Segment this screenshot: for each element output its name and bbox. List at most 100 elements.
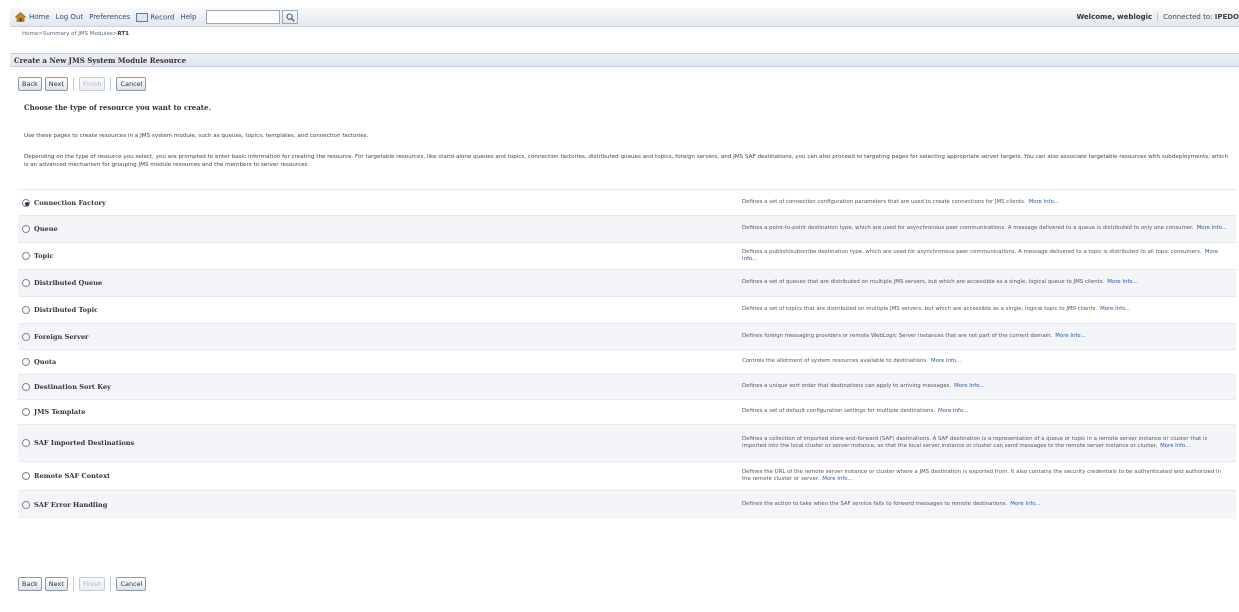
resource-radio-button[interactable]	[22, 501, 30, 509]
search-input[interactable]	[206, 10, 281, 24]
page-title: Create a New JMS System Module Resource	[10, 53, 1239, 67]
resource-option-description: Defines the URL of the remote server ins…	[742, 462, 1236, 490]
description-text: Defines a set of topics that are distrib…	[742, 306, 1130, 314]
search-icon	[286, 12, 295, 22]
record-icon	[136, 12, 149, 22]
resource-option-label[interactable]: Distributed Topic	[34, 306, 98, 314]
resource-option[interactable]: JMS Template	[18, 400, 742, 424]
preferences-link[interactable]: Preferences	[89, 13, 130, 21]
description-body: Defines the action to take when the SAF …	[742, 501, 1008, 508]
more-info-link[interactable]: More Info...	[931, 358, 961, 364]
cancel-button[interactable]: Cancel	[116, 577, 147, 591]
resource-option-label[interactable]: Topic	[34, 252, 54, 260]
resource-option-description: Defines a publish/subscribe destination …	[742, 243, 1236, 269]
description-body: Defines a set of queues that are distrib…	[742, 279, 1105, 286]
resource-option-row: Connection Factory Defines a set of conne…	[18, 189, 1236, 215]
resource-option-label[interactable]: Connection Factory	[34, 199, 106, 207]
resource-type-list: Connection Factory Defines a set of conne…	[18, 189, 1236, 519]
resource-radio-button[interactable]	[22, 358, 30, 366]
top-navigation-bar: Home Log Out Preferences Record Help Wel…	[10, 8, 1239, 27]
resource-option-description: Defines a point-to-point destination typ…	[742, 216, 1236, 242]
description-text: Defines a set of connection configuratio…	[742, 199, 1059, 207]
description-body: Defines a collection of imported store-a…	[742, 435, 1208, 450]
breadcrumb-current: RT1	[117, 30, 129, 37]
description-text: Defines a set of queues that are distrib…	[742, 279, 1138, 287]
more-info-link[interactable]: More Info...	[938, 408, 968, 414]
resource-option[interactable]: Distributed Queue	[18, 270, 742, 296]
resource-option-label[interactable]: SAF Error Handling	[34, 501, 107, 509]
resource-option-label[interactable]: Remote SAF Context	[34, 472, 110, 480]
back-button[interactable]: Back	[18, 577, 42, 591]
resource-option[interactable]: SAF Error Handling	[18, 491, 742, 519]
section-heading: Choose the type of resource you want to …	[24, 103, 211, 112]
resource-option-description: Controls the allotment of system resourc…	[742, 350, 1236, 374]
more-info-link[interactable]: More Info...	[1010, 501, 1040, 507]
more-info-link[interactable]: More Info...	[822, 476, 852, 482]
connected-label: Connected to:	[1163, 13, 1213, 21]
help-link[interactable]: Help	[180, 13, 196, 21]
breadcrumb-summary[interactable]: Summary of JMS Modules	[43, 31, 113, 37]
connected-domain: IPEDO	[1214, 13, 1239, 21]
button-divider	[110, 577, 112, 591]
resource-option-label[interactable]: Distributed Queue	[34, 279, 102, 287]
intro-text: Use these pages to create resources in a…	[24, 133, 369, 139]
button-divider	[72, 577, 74, 591]
resource-radio-button[interactable]	[22, 198, 30, 207]
more-info-link[interactable]: More Info...	[1029, 199, 1059, 205]
resource-option-label[interactable]: Queue	[34, 225, 58, 233]
more-info-link[interactable]: More Info...	[1197, 225, 1227, 231]
next-button[interactable]: Next	[44, 577, 68, 591]
resource-radio-button[interactable]	[22, 279, 30, 287]
resource-option-description: Defines a set of topics that are distrib…	[742, 297, 1236, 323]
resource-option[interactable]: Connection Factory	[18, 190, 742, 215]
resource-radio-button[interactable]	[22, 383, 30, 391]
wizard-buttons-top: Back Next Finish Cancel	[18, 77, 147, 91]
back-button[interactable]: Back	[18, 77, 42, 91]
resource-radio-button[interactable]	[22, 225, 30, 233]
description-text: Controls the allotment of system resourc…	[742, 358, 961, 366]
home-icon[interactable]	[15, 12, 26, 22]
resource-option[interactable]: Topic	[18, 243, 742, 269]
description-text: Defines a publish/subscribe destination …	[742, 249, 1228, 264]
resource-option[interactable]: Destination Sort Key	[18, 375, 742, 399]
more-info-link[interactable]: More Info...	[1107, 279, 1137, 285]
resource-radio-button[interactable]	[22, 306, 30, 314]
resource-radio-button[interactable]	[22, 408, 30, 416]
description-text: Defines the action to take when the SAF …	[742, 501, 1041, 509]
resource-option[interactable]: Distributed Topic	[18, 297, 742, 323]
description-body: Defines the URL of the remote server ins…	[742, 468, 1221, 483]
finish-button[interactable]: Finish	[78, 577, 106, 591]
resource-radio-button[interactable]	[22, 472, 30, 480]
record-link[interactable]: Record	[136, 12, 175, 22]
resource-option-label[interactable]: JMS Template	[34, 408, 85, 416]
more-info-link[interactable]: More Info...	[1055, 333, 1085, 339]
more-info-link[interactable]: More Info...	[1100, 306, 1130, 312]
resource-radio-button[interactable]	[22, 252, 30, 260]
resource-option-label[interactable]: Destination Sort Key	[34, 383, 111, 391]
logout-link[interactable]: Log Out	[56, 13, 83, 21]
resource-option-label[interactable]: SAF Imported Destinations	[34, 439, 134, 447]
cancel-button[interactable]: Cancel	[116, 77, 147, 91]
breadcrumb: Home > Summary of JMS Modules > RT1	[22, 28, 129, 39]
more-info-link[interactable]: More Info...	[954, 383, 984, 389]
resource-option[interactable]: Quota	[18, 350, 742, 374]
description-text: Defines a set of default configuration s…	[742, 408, 968, 416]
resource-option[interactable]: Foreign Server	[18, 324, 742, 349]
description-text: Defines a point-to-point destination typ…	[742, 225, 1227, 233]
resource-option[interactable]: SAF Imported Destinations	[18, 425, 742, 461]
resource-option-label[interactable]: Foreign Server	[34, 333, 89, 341]
resource-option[interactable]: Queue	[18, 216, 742, 242]
breadcrumb-home[interactable]: Home	[22, 31, 38, 37]
record-label: Record	[150, 13, 175, 21]
resource-radio-button[interactable]	[22, 439, 30, 447]
resource-radio-button[interactable]	[22, 332, 30, 341]
search-button[interactable]	[282, 10, 299, 24]
more-info-link[interactable]: More Info...	[1160, 443, 1190, 449]
resource-option[interactable]: Remote SAF Context	[18, 462, 742, 490]
finish-button[interactable]: Finish	[78, 77, 106, 91]
wizard-buttons-bottom: Back Next Finish Cancel	[18, 577, 147, 591]
home-link[interactable]: Home	[29, 13, 50, 21]
resource-option-description: Defines a set of queues that are distrib…	[742, 270, 1236, 296]
next-button[interactable]: Next	[44, 77, 68, 91]
resource-option-label[interactable]: Quota	[34, 358, 56, 366]
